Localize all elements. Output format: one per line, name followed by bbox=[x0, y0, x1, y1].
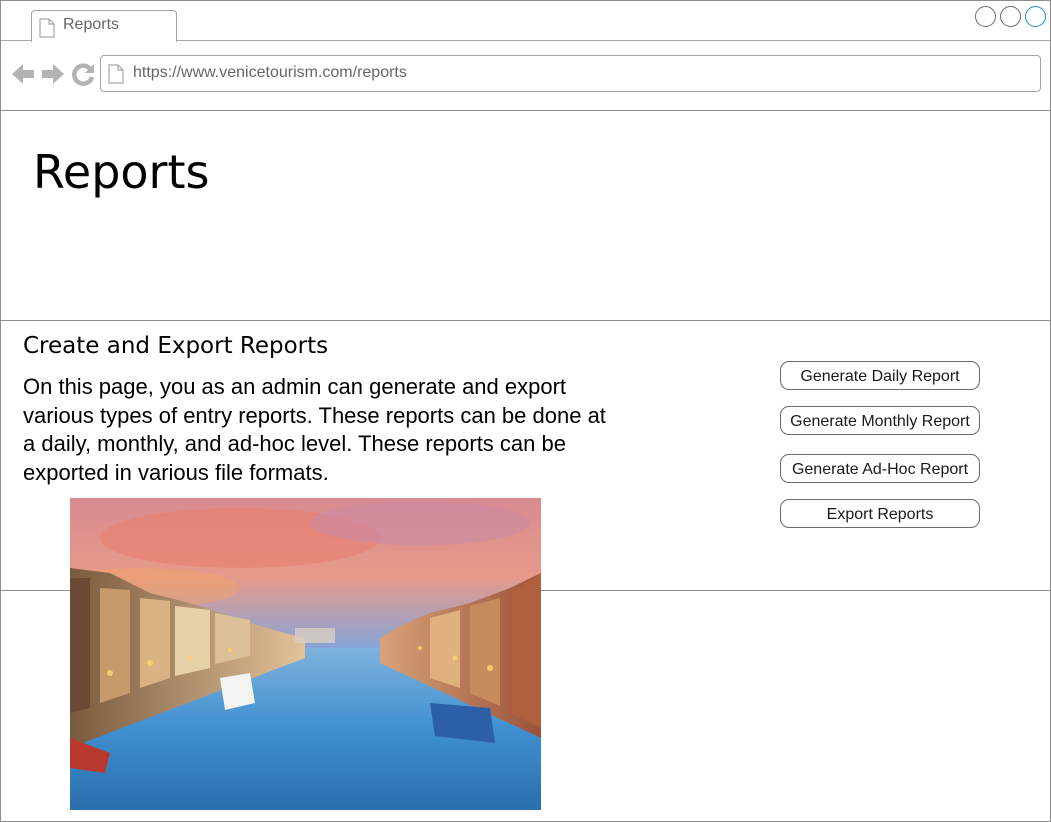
section-description: On this page, you as an admin can genera… bbox=[23, 374, 606, 485]
window-maximize-button[interactable] bbox=[1000, 6, 1021, 27]
venice-grand-canal-photo bbox=[70, 498, 541, 810]
header-divider bbox=[1, 320, 1050, 321]
document-icon bbox=[39, 18, 55, 43]
tab-title: Reports bbox=[63, 16, 120, 33]
generate-daily-report-button[interactable]: Generate Daily Report bbox=[780, 361, 980, 390]
generate-adhoc-report-button[interactable]: Generate Ad-Hoc Report bbox=[780, 454, 980, 483]
section-heading: Create and Export Reports bbox=[23, 333, 329, 359]
navigation-controls bbox=[11, 62, 97, 88]
toolbar-divider bbox=[1, 110, 1050, 111]
browser-tab[interactable]: Reports bbox=[31, 10, 177, 42]
window-close-button[interactable] bbox=[1025, 6, 1046, 27]
generate-monthly-report-button[interactable]: Generate Monthly Report bbox=[780, 406, 980, 435]
back-arrow-icon[interactable] bbox=[11, 62, 35, 91]
export-reports-button[interactable]: Export Reports bbox=[780, 499, 980, 528]
url-text[interactable]: https://www.venicetourism.com/reports bbox=[133, 64, 407, 82]
reload-icon[interactable] bbox=[71, 62, 95, 91]
window-minimize-button[interactable] bbox=[975, 6, 996, 27]
forward-arrow-icon[interactable] bbox=[41, 62, 65, 91]
document-icon bbox=[108, 64, 124, 89]
browser-window: Reports https://www.venicetourism.com/re… bbox=[0, 0, 1051, 822]
page-title: Reports bbox=[33, 145, 210, 199]
address-bar[interactable]: https://www.venicetourism.com/reports bbox=[100, 55, 1041, 92]
